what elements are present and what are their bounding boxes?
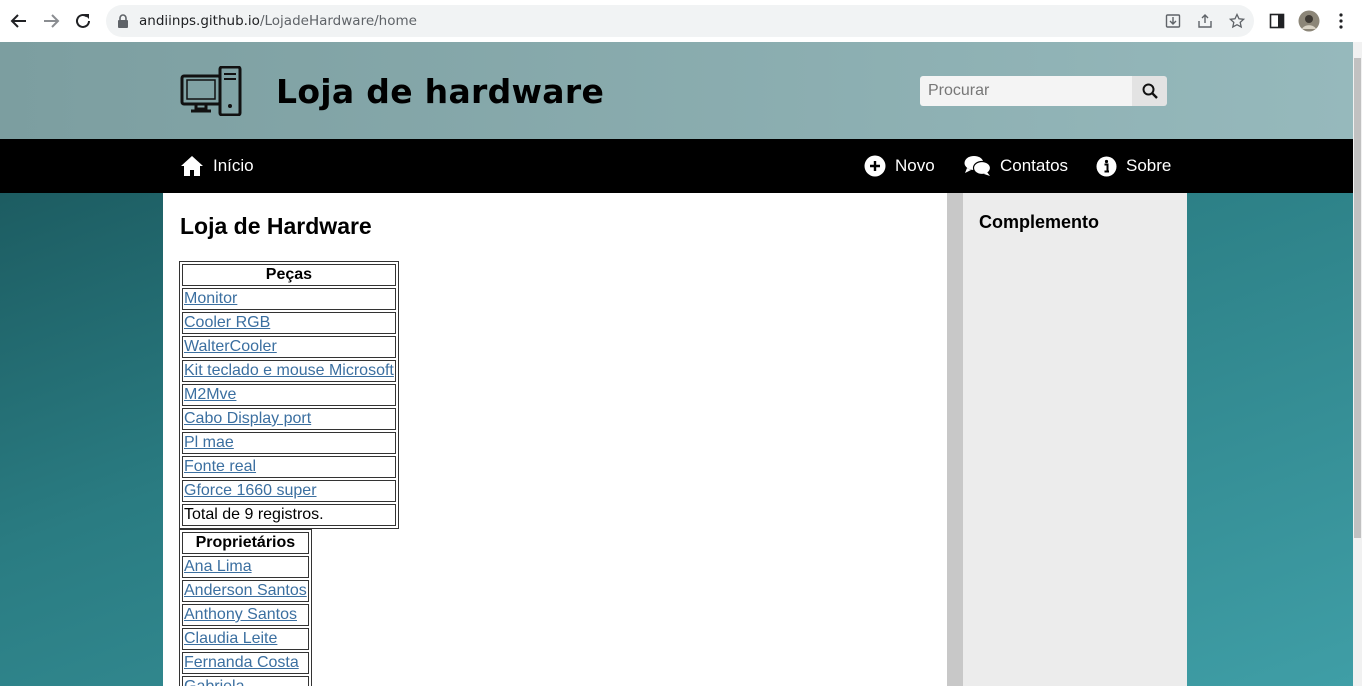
comments-icon [964,155,991,177]
table-row: Anderson Santos [182,580,309,602]
peca-link[interactable]: M2Mve [184,386,236,403]
install-icon[interactable] [1163,11,1183,31]
star-icon[interactable] [1227,11,1247,31]
page-title: Loja de Hardware [180,213,372,239]
proprietarios-header: Proprietários [182,532,309,554]
computer-logo-icon [180,65,242,117]
table-row: Kit teclado e mouse Microsoft [182,360,396,382]
side-panel-icon[interactable] [1265,9,1289,33]
search-input[interactable] [920,76,1132,106]
table-row: WalterCooler [182,336,396,358]
table-row: Cooler RGB [182,312,396,334]
menu-icon[interactable] [1329,9,1353,33]
pecas-total: Total de 9 registros. [182,504,396,526]
site-header: Loja de hardware [0,42,1353,139]
url-text[interactable]: andiinps.github.io/LojadeHardware/home [139,13,417,29]
proprietario-link[interactable]: Claudia Leite [184,630,277,647]
peca-link[interactable]: Monitor [184,290,237,307]
table-row: M2Mve [182,384,396,406]
info-circle-icon [1096,156,1117,177]
proprietario-link[interactable]: Gabriela [184,678,244,686]
pecas-header: Peças [182,264,396,286]
nav-sobre[interactable]: Sobre [1096,139,1171,193]
address-bar[interactable]: andiinps.github.io/LojadeHardware/home [106,5,1254,37]
peca-link[interactable]: Pl mae [184,434,234,451]
browser-toolbar: andiinps.github.io/LojadeHardware/home [0,0,1362,42]
peca-link[interactable]: Cabo Display port [184,410,311,427]
profile-avatar[interactable] [1297,9,1321,33]
url-path: /LojadeHardware/home [259,13,417,29]
proprietario-link[interactable]: Anthony Santos [184,606,297,623]
reload-icon[interactable] [71,9,95,33]
nav-contatos[interactable]: Contatos [964,139,1068,193]
search-box [920,76,1167,106]
table-row: Claudia Leite [182,628,309,650]
home-icon [180,155,204,177]
nav-novo[interactable]: Novo [864,139,935,193]
peca-link[interactable]: Kit teclado e mouse Microsoft [184,362,394,379]
table-row: Cabo Display port [182,408,396,430]
navbar: Início Novo Contatos Sobre [0,139,1353,193]
search-icon [1142,83,1158,99]
lock-icon[interactable] [117,14,129,33]
table-row: Total de 9 registros. [182,504,396,526]
table-row: Gforce 1660 super [182,480,396,502]
proprietario-link[interactable]: Ana Lima [184,558,252,575]
nav-novo-label: Novo [895,156,935,175]
plus-circle-icon [864,155,886,177]
table-row: Fernanda Costa [182,652,309,674]
table-row: Gabriela [182,676,309,686]
forward-icon[interactable] [39,9,63,33]
table-row: Fonte real [182,456,396,478]
page: Loja de hardware Início Novo Contatos [0,42,1353,686]
scrollbar[interactable] [1353,42,1362,686]
nav-inicio[interactable]: Início [180,139,254,193]
main-content: Loja de Hardware Peças Monitor Cooler RG… [163,193,947,686]
proprietario-link[interactable]: Fernanda Costa [184,654,299,671]
sidebar-title: Complemento [979,212,1100,232]
table-row: Ana Lima [182,556,309,578]
search-button[interactable] [1132,76,1167,106]
peca-link[interactable]: WalterCooler [184,338,277,355]
sidebar-complemento: Complemento [963,193,1187,686]
url-host: andiinps.github.io [139,13,260,29]
table-row: Pl mae [182,432,396,454]
peca-link[interactable]: Fonte real [184,458,256,475]
site-title: Loja de hardware [276,72,605,111]
proprietario-link[interactable]: Anderson Santos [184,582,307,599]
scrollbar-thumb[interactable] [1354,58,1361,538]
share-icon[interactable] [1195,11,1215,31]
nav-contatos-label: Contatos [1000,156,1069,175]
column-divider [947,193,963,686]
peca-link[interactable]: Gforce 1660 super [184,482,317,499]
proprietarios-table: Proprietários Ana Lima Anderson Santos A… [179,529,312,686]
pecas-table: Peças Monitor Cooler RGB WalterCooler Ki… [179,261,399,529]
table-row: Monitor [182,288,396,310]
peca-link[interactable]: Cooler RGB [184,314,270,331]
back-icon[interactable] [7,9,31,33]
nav-inicio-label: Início [213,156,254,175]
table-row: Anthony Santos [182,604,309,626]
nav-sobre-label: Sobre [1126,156,1172,175]
